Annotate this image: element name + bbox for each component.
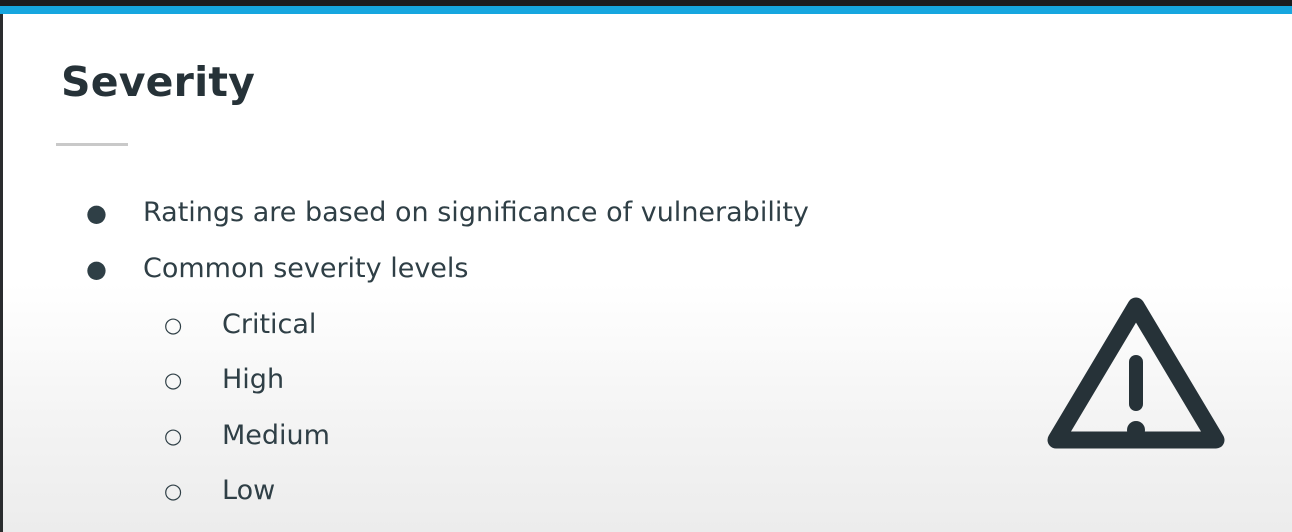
sub-bullet-medium: ○ Medium [164, 416, 330, 456]
sub-bullet-text: High [222, 364, 285, 395]
sub-bullet-critical: ○ Critical [164, 305, 317, 345]
warning-triangle-icon [1047, 297, 1225, 449]
sub-bullet-text: Low [222, 475, 276, 506]
slide-title: Severity [61, 58, 256, 106]
bullet-text: Ratings are based on significance of vul… [143, 197, 809, 228]
title-underline [56, 143, 128, 146]
sub-bullet-text: Medium [222, 420, 330, 451]
bullet-text: Common severity levels [143, 253, 469, 284]
sub-bullet-marker: ○ [164, 368, 183, 392]
sub-bullet-low: ○ Low [164, 471, 276, 511]
bullet-item-ratings: ● Ratings are based on significance of v… [86, 193, 809, 233]
sub-bullet-marker: ○ [164, 313, 183, 337]
bullet-marker: ● [86, 199, 107, 227]
sub-bullet-high: ○ High [164, 360, 285, 400]
bullet-marker: ● [86, 255, 107, 283]
bullet-item-common-levels: ● Common severity levels [86, 249, 469, 289]
accent-line [0, 6, 1292, 14]
sub-bullet-marker: ○ [164, 479, 183, 503]
sub-bullet-marker: ○ [164, 424, 183, 448]
sub-bullet-text: Critical [222, 309, 317, 340]
